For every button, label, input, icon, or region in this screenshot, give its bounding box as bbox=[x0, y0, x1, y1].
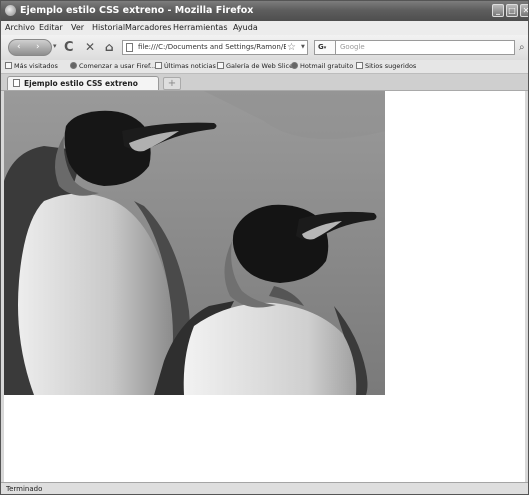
bookmark-sitios-sugeridos[interactable]: Sitios sugeridos bbox=[356, 60, 416, 73]
penguins-photo bbox=[4, 91, 385, 395]
new-tab-button[interactable]: + bbox=[163, 77, 181, 90]
bookmarks-toolbar: Más visitados Comenzar a usar Firef... Ú… bbox=[1, 60, 528, 74]
rss-feed-icon bbox=[155, 62, 162, 69]
page-content bbox=[4, 91, 525, 482]
firefox-icon bbox=[70, 62, 77, 69]
tab-label: Ejemplo estilo CSS extreno bbox=[24, 79, 138, 88]
page-icon bbox=[13, 79, 20, 87]
search-engine-button[interactable]: G▾ bbox=[314, 40, 336, 55]
bookmark-hotmail[interactable]: Hotmail gratuito bbox=[291, 60, 353, 73]
window-title: Ejemplo estilo CSS extreno - Mozilla Fir… bbox=[20, 5, 254, 16]
web-slice-icon bbox=[217, 62, 224, 69]
page-icon bbox=[126, 43, 133, 52]
status-bar: Terminado bbox=[1, 482, 528, 494]
minimize-button[interactable]: _ bbox=[492, 4, 504, 17]
search-input[interactable]: Google bbox=[335, 40, 515, 55]
search-icon[interactable]: ⌕ bbox=[519, 40, 525, 55]
page-icon bbox=[356, 62, 363, 69]
tab-ejemplo-estilo[interactable]: Ejemplo estilo CSS extreno bbox=[7, 76, 159, 90]
bookmark-galeria-web-slice[interactable]: Galería de Web Slice bbox=[217, 60, 293, 73]
firefox-icon bbox=[5, 5, 16, 16]
url-text[interactable]: file:///C:/Documents and Settings/Ramon/… bbox=[138, 41, 286, 54]
menu-historial[interactable]: Historial bbox=[92, 21, 125, 35]
bookmarks-star-icon bbox=[5, 62, 12, 69]
back-forward-group: ‹ › bbox=[8, 39, 52, 56]
menu-ver[interactable]: Ver bbox=[71, 21, 84, 35]
menu-editar[interactable]: Editar bbox=[39, 21, 63, 35]
history-dropdown-icon[interactable]: ▾ bbox=[53, 42, 57, 50]
menu-herramientas[interactable]: Herramientas bbox=[173, 21, 228, 35]
menu-bar: Archivo Editar Ver Historial Marcadores … bbox=[1, 21, 528, 35]
close-button[interactable]: ✕ bbox=[520, 4, 528, 17]
forward-button[interactable]: › bbox=[36, 40, 40, 55]
reload-button[interactable]: C bbox=[64, 39, 74, 56]
address-bar[interactable]: file:///C:/Documents and Settings/Ramon/… bbox=[122, 40, 308, 55]
bookmark-comenzar[interactable]: Comenzar a usar Firef... bbox=[70, 60, 156, 73]
back-button[interactable]: ‹ bbox=[17, 40, 21, 55]
browser-window: Ejemplo estilo CSS extreno - Mozilla Fir… bbox=[0, 0, 529, 495]
bookmark-ultimas-noticias[interactable]: Últimas noticias bbox=[155, 60, 216, 73]
url-dropdown-icon[interactable]: ▼ bbox=[301, 44, 305, 50]
menu-marcadores[interactable]: Marcadores bbox=[125, 21, 171, 35]
msn-icon bbox=[291, 62, 298, 69]
bookmark-mas-visitados[interactable]: Más visitados bbox=[5, 60, 58, 73]
menu-ayuda[interactable]: Ayuda bbox=[233, 21, 258, 35]
menu-archivo[interactable]: Archivo bbox=[5, 21, 35, 35]
maximize-button[interactable]: □ bbox=[506, 4, 518, 17]
navigation-toolbar: ‹ › ▾ C ✕ ⌂ file:///C:/Documents and Set… bbox=[1, 35, 528, 60]
tab-strip: Ejemplo estilo CSS extreno + bbox=[1, 74, 528, 91]
stop-button[interactable]: ✕ bbox=[85, 39, 95, 56]
home-button[interactable]: ⌂ bbox=[105, 39, 114, 56]
title-bar[interactable]: Ejemplo estilo CSS extreno - Mozilla Fir… bbox=[1, 1, 528, 21]
bookmark-star-icon[interactable]: ☆ bbox=[287, 41, 296, 54]
